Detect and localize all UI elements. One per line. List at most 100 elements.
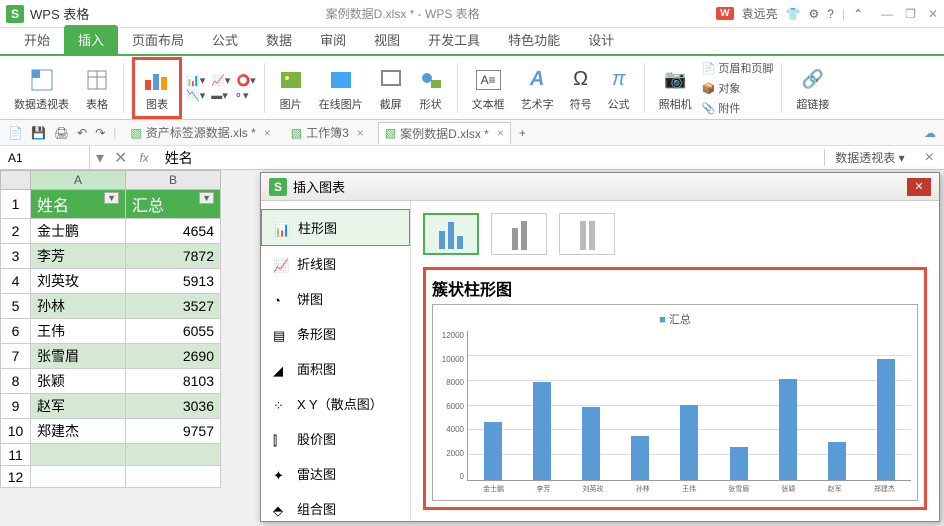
row-header[interactable]: 4 — [1, 269, 31, 294]
row-header[interactable]: 7 — [1, 344, 31, 369]
row-header[interactable]: 5 — [1, 294, 31, 319]
close-tab-icon[interactable]: × — [357, 126, 364, 140]
chart-type-stock[interactable]: ⫿股价图 — [261, 421, 410, 456]
row-header[interactable]: 10 — [1, 419, 31, 444]
cell[interactable]: 8103 — [126, 369, 221, 394]
tab-page-layout[interactable]: 页面布局 — [118, 25, 198, 54]
ribbon-wordart[interactable]: A 艺术字 — [515, 62, 560, 114]
row-header[interactable]: 12 — [1, 466, 31, 488]
cell[interactable]: 5913 — [126, 269, 221, 294]
ribbon-attachment[interactable]: 📎 附件 — [702, 100, 774, 116]
row-header[interactable]: 3 — [1, 244, 31, 269]
cell[interactable]: 王伟 — [31, 319, 126, 344]
collapse-ribbon-icon[interactable]: ⌃ — [853, 7, 863, 21]
spreadsheet[interactable]: A B 1姓名▼汇总▼2金士鹏46543李芳78724刘英玫59135孙林352… — [0, 170, 221, 488]
tab-data[interactable]: 数据 — [252, 25, 306, 54]
tab-review[interactable]: 审阅 — [306, 25, 360, 54]
name-box-dropdown-icon[interactable]: ▾ — [90, 148, 110, 168]
settings-icon[interactable]: ⚙ — [809, 7, 820, 21]
chart-type-scatter[interactable]: ⁘X Y（散点图） — [261, 386, 410, 421]
row-header[interactable]: 8 — [1, 369, 31, 394]
cell[interactable]: 7872 — [126, 244, 221, 269]
ribbon-pivot[interactable]: 数据透视表 — [8, 62, 75, 114]
chart-type-line[interactable]: 📈折线图 — [261, 246, 410, 281]
ribbon-symbol[interactable]: Ω 符号 — [564, 62, 598, 114]
minimize-button[interactable]: — — [881, 7, 893, 21]
subtype-100stacked[interactable] — [559, 213, 615, 255]
row-header[interactable]: 6 — [1, 319, 31, 344]
row-header[interactable]: 1 — [1, 190, 31, 219]
fx-cancel-icon[interactable]: ✕ — [110, 148, 131, 168]
ribbon-camera[interactable]: 📷 照相机 — [653, 62, 698, 114]
file-tab-1[interactable]: ▧资产标签源数据.xls *× — [124, 122, 276, 143]
row-header[interactable]: 9 — [1, 394, 31, 419]
cell[interactable]: 3036 — [126, 394, 221, 419]
ribbon-online-picture[interactable]: 在线图片 — [313, 62, 369, 114]
close-panel-icon[interactable]: × — [915, 149, 944, 167]
cell-header-name[interactable]: 姓名▼ — [31, 190, 126, 219]
close-button[interactable]: ✕ — [928, 7, 938, 21]
cell[interactable]: 张颖 — [31, 369, 126, 394]
col-header-a[interactable]: A — [31, 171, 126, 190]
ribbon-textbox[interactable]: A≡ 文本框 — [466, 62, 511, 114]
chart-type-radar[interactable]: ✦雷达图 — [261, 456, 410, 491]
cloud-icon[interactable]: ☁ — [924, 126, 936, 140]
name-box[interactable]: A1 — [0, 146, 90, 169]
file-tab-3[interactable]: ▧案例数据D.xlsx *× — [378, 122, 511, 144]
cell-header-total[interactable]: 汇总▼ — [126, 190, 221, 219]
chart-quick-types[interactable]: 📊▾📈▾⭕▾ 📉▾▬▾⚬▾ — [186, 74, 256, 102]
tab-view[interactable]: 视图 — [360, 25, 414, 54]
chart-type-combo[interactable]: ⬘组合图 — [261, 491, 410, 526]
chart-type-column[interactable]: 📊柱形图 — [261, 209, 410, 246]
help-icon[interactable]: ? — [827, 7, 834, 21]
cell[interactable]: 3527 — [126, 294, 221, 319]
ribbon-picture[interactable]: 图片 — [273, 62, 309, 114]
cell[interactable]: 4654 — [126, 219, 221, 244]
cell[interactable]: 张雪眉 — [31, 344, 126, 369]
tab-start[interactable]: 开始 — [10, 25, 64, 54]
dialog-close-button[interactable]: ✕ — [907, 178, 931, 196]
user-name[interactable]: 袁远亮 — [742, 5, 778, 22]
fx-label[interactable]: fx — [131, 151, 156, 165]
tab-insert[interactable]: 插入 — [64, 25, 118, 54]
tab-design[interactable]: 设计 — [574, 25, 628, 54]
cell[interactable]: 赵军 — [31, 394, 126, 419]
cell[interactable] — [31, 466, 126, 488]
cell[interactable]: 金士鹏 — [31, 219, 126, 244]
chart-preview-inner[interactable]: ■ 汇总 120001000080006000400020000 金士鹏李芳刘英… — [432, 304, 918, 501]
formula-input[interactable]: 姓名 — [157, 148, 825, 168]
qa-redo-icon[interactable]: ↷ — [95, 126, 105, 140]
qa-print-icon[interactable]: 🖨 — [54, 126, 69, 140]
ribbon-shapes[interactable]: 形状 — [413, 62, 449, 114]
ribbon-header-footer[interactable]: 📄 页眉和页脚 — [702, 60, 774, 76]
tab-formula[interactable]: 公式 — [198, 25, 252, 54]
cell[interactable] — [31, 444, 126, 466]
qa-save-icon[interactable]: 💾 — [31, 126, 46, 140]
tab-special[interactable]: 特色功能 — [494, 25, 574, 54]
cell[interactable] — [126, 444, 221, 466]
ribbon-equation[interactable]: π 公式 — [602, 62, 636, 114]
cell[interactable]: 郑建杰 — [31, 419, 126, 444]
cell[interactable]: 9757 — [126, 419, 221, 444]
sync-icon[interactable]: 👕 — [786, 7, 801, 21]
restore-button[interactable]: ❐ — [905, 7, 916, 21]
pivot-table-dropdown[interactable]: 数据透视表 ▾ — [824, 149, 914, 166]
close-tab-icon[interactable]: × — [497, 126, 504, 140]
subtype-clustered[interactable] — [423, 213, 479, 255]
qa-new-icon[interactable]: 📄 — [8, 126, 23, 140]
chart-type-pie[interactable]: ◔饼图 — [261, 281, 410, 316]
ribbon-screenshot[interactable]: 截屏 — [373, 62, 409, 114]
row-header[interactable]: 2 — [1, 219, 31, 244]
cell[interactable]: 6055 — [126, 319, 221, 344]
close-tab-icon[interactable]: × — [264, 126, 271, 140]
cell[interactable]: 2690 — [126, 344, 221, 369]
cell[interactable]: 李芳 — [31, 244, 126, 269]
add-tab-button[interactable]: + — [519, 126, 526, 140]
select-all-corner[interactable] — [1, 171, 31, 190]
tab-dev[interactable]: 开发工具 — [414, 25, 494, 54]
dialog-titlebar[interactable]: S 插入图表 ✕ — [261, 173, 939, 201]
subtype-stacked[interactable] — [491, 213, 547, 255]
row-header[interactable]: 11 — [1, 444, 31, 466]
col-header-b[interactable]: B — [126, 171, 221, 190]
cell[interactable]: 孙林 — [31, 294, 126, 319]
